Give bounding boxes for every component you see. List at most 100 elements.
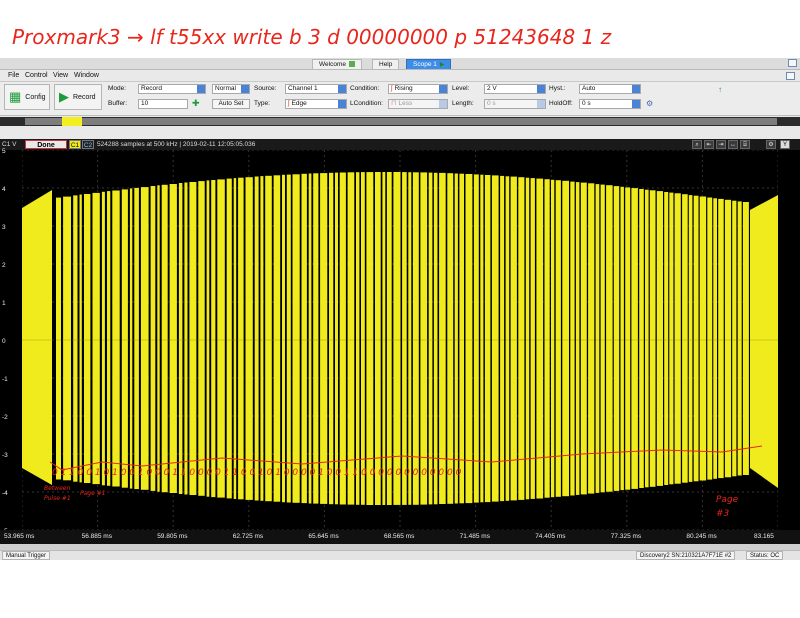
signal-burst <box>649 190 656 487</box>
overview-selection[interactable] <box>62 117 82 126</box>
signal-burst <box>530 178 535 499</box>
signal-burst <box>402 172 407 505</box>
type-select[interactable]: ʃ Edge <box>285 99 347 109</box>
x-axis: 53.965 ms 56.885 ms 59.805 ms 62.725 ms 65.6… <box>0 530 800 544</box>
tab-welcome[interactable]: Welcome <box>312 59 362 69</box>
signal-burst <box>510 176 517 501</box>
signal-burst <box>525 177 530 500</box>
x-tick: 59.805 ms <box>157 533 188 540</box>
signal-burst <box>245 177 253 500</box>
restore-icon[interactable] <box>788 59 797 67</box>
signal-burst <box>347 172 355 505</box>
signal-burst <box>84 194 91 483</box>
menu-window[interactable]: Window <box>74 72 99 79</box>
panel-toggle-icon[interactable] <box>786 72 795 80</box>
settings-icon[interactable]: ⚙ <box>646 99 653 108</box>
overview-strip[interactable] <box>0 117 800 126</box>
zoom-icon[interactable]: ⌕ <box>692 140 702 149</box>
less-icon: ⊓ <box>391 100 397 107</box>
channel-1-chip[interactable]: C1 <box>69 140 81 149</box>
plus-icon <box>348 61 355 68</box>
signal-burst <box>664 192 669 485</box>
signal-burst <box>645 189 649 488</box>
scope-toolbar: ▦ Config ▶ Record Mode: Record Normal Bu… <box>0 82 800 116</box>
condition-select[interactable]: ʃ Rising <box>388 84 448 94</box>
config-button[interactable]: ▦ Config <box>4 84 50 110</box>
device-info[interactable]: Discovery2 SN:210321A7F71E #2 <box>636 551 736 560</box>
tab-help[interactable]: Help <box>372 59 400 69</box>
signal-burst <box>412 172 419 505</box>
config-icon: ▦ <box>9 89 22 104</box>
zoom-out-icon[interactable]: ⇥ <box>716 140 726 149</box>
signal-burst <box>570 181 575 496</box>
y-tick: -1 <box>2 376 8 383</box>
signal-burst <box>562 180 569 497</box>
plus-icon[interactable]: ✚ <box>192 98 200 109</box>
signal-burst <box>150 186 156 491</box>
signal-burst <box>742 202 749 475</box>
window-buttons <box>786 59 797 69</box>
acquisition-info: 524288 samples at 500 kHz | 2019-02-11 1… <box>97 141 256 148</box>
signal-burst <box>292 174 300 503</box>
signal-burst <box>656 191 663 486</box>
signal-burst <box>737 201 742 476</box>
annotation-command-text: Proxmark3 → lf t55xx write b 3 d 0000000… <box>12 25 612 49</box>
signal-carrier-block <box>22 190 52 485</box>
x-tick: 74.405 ms <box>535 533 566 540</box>
signal-burst <box>682 194 688 483</box>
record-button[interactable]: ▶ Record <box>54 84 102 110</box>
signal-burst <box>273 175 281 502</box>
fit-icon[interactable]: ↔ <box>728 140 738 149</box>
overview-window[interactable] <box>25 118 777 125</box>
acquisition-status-button[interactable]: Done <box>25 140 67 149</box>
buffer-input[interactable]: 10 <box>138 99 188 109</box>
length-input: 0 s <box>484 99 546 109</box>
signal-burst <box>699 196 707 481</box>
zoom-fit-icon[interactable]: ⌸ <box>740 140 750 149</box>
rising-edge-icon: ʃ <box>288 100 290 107</box>
x-tick: 65.645 ms <box>308 533 339 540</box>
signal-burst <box>226 178 232 499</box>
menu-view[interactable]: View <box>53 72 68 79</box>
signal-burst <box>433 172 438 505</box>
signal-burst <box>260 176 264 501</box>
annotation-left-note: Between <box>44 485 70 492</box>
tab-scope-1[interactable]: Scope 1 ▶ <box>406 59 452 69</box>
lcondition-label: LCondition: <box>350 100 383 107</box>
mode-select[interactable]: Record <box>138 84 206 94</box>
y-tick: 4 <box>2 186 6 193</box>
channel-units-label: C1 V <box>2 141 17 148</box>
signal-burst <box>265 175 272 502</box>
signal-burst <box>544 179 550 498</box>
level-input[interactable]: 2 V <box>484 84 546 94</box>
y-axis-icon[interactable]: Y <box>780 140 790 149</box>
y-tick: 3 <box>2 224 6 231</box>
plot-header: C1 V Done C1 C2 524288 samples at 500 kH… <box>0 139 800 150</box>
y-tick: -4 <box>2 490 8 497</box>
channel-1-signal <box>22 172 778 505</box>
signal-burst <box>588 183 595 494</box>
signal-burst <box>718 198 724 479</box>
signal-burst <box>631 188 638 489</box>
channel-2-chip[interactable]: C2 <box>82 140 94 149</box>
settings-icon[interactable]: ⚙ <box>766 140 776 149</box>
source-select[interactable]: Channel 1 <box>285 84 347 94</box>
zoom-in-icon[interactable]: ⇤ <box>704 140 714 149</box>
waveform-canvas[interactable]: 0 1 1 0 0 1 0 1 0 0 1 0 0 0 1 1 0 0 0 0 … <box>22 150 778 530</box>
signal-carrier-block <box>750 195 778 488</box>
menu-file[interactable]: File <box>8 72 19 79</box>
signal-burst <box>366 172 374 505</box>
signal-burst <box>157 185 160 492</box>
signal-burst <box>484 175 491 503</box>
hyst-input[interactable]: Auto <box>579 84 641 94</box>
normal-select[interactable]: Normal <box>212 84 250 94</box>
signal-burst <box>63 196 71 481</box>
manual-trigger-button[interactable]: Manual Trigger <box>2 551 51 560</box>
auto-set-button[interactable]: Auto Set <box>212 99 250 109</box>
signal-burst <box>238 177 244 500</box>
menu-control[interactable]: Control <box>25 72 48 79</box>
signal-burst <box>732 200 737 477</box>
signal-burst <box>308 173 312 504</box>
scope-plot[interactable]: C1 V Done C1 C2 524288 samples at 500 kH… <box>0 139 800 535</box>
holdoff-input[interactable]: 0 s <box>579 99 641 109</box>
